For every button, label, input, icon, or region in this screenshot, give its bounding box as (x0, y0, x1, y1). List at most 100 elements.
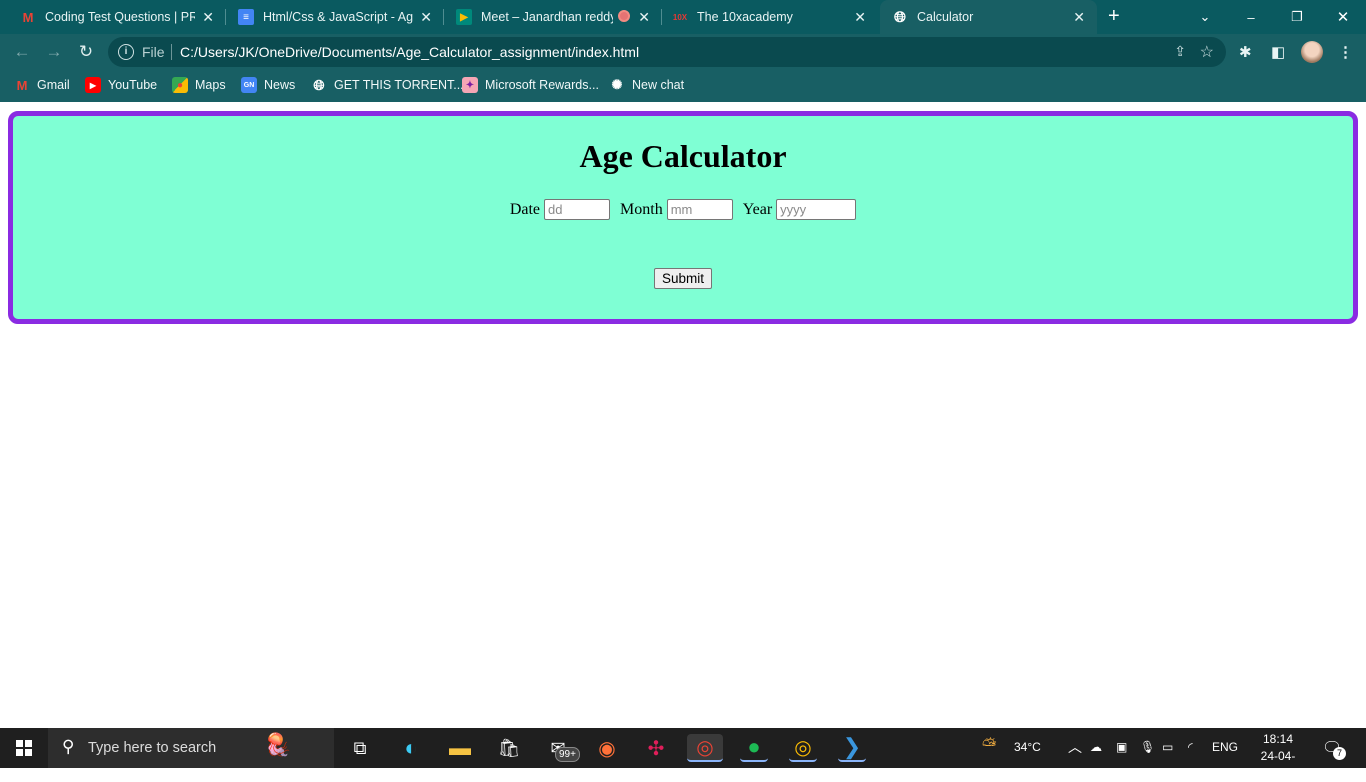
page-viewport: Age Calculator Date Month Year Submit (0, 102, 1366, 728)
store-icon[interactable]: 🛍︎ (495, 734, 523, 762)
slack-icon[interactable]: ✣ (642, 734, 670, 762)
back-icon[interactable]: ← (12, 42, 32, 62)
chrome-icon-active[interactable]: ◎ (687, 734, 723, 762)
close-tab-icon[interactable]: ✕ (638, 9, 650, 26)
youtube-icon: ▶ (85, 77, 101, 93)
tab-meet[interactable]: ▶ Meet – Janardhan reddy ✕ (436, 0, 662, 34)
wifi-icon[interactable]: ◜ (1188, 740, 1193, 754)
tab-10xacademy[interactable]: 10X The 10xacademy ✕ (652, 0, 878, 34)
notification-count: 7 (1333, 747, 1346, 760)
close-tab-icon[interactable]: ✕ (854, 9, 866, 26)
clock-time: 18:14 (1262, 732, 1294, 746)
clock-date: 24-04-2023 (1260, 749, 1296, 780)
mail-badge: 99+ (555, 747, 580, 762)
windows-taskbar: ⚲ Type here to search 🪼 ⧉ ◐ ▬ 🛍︎ ✉ 99+ ◉… (0, 728, 1366, 780)
bookmark-maps[interactable]: ● Maps (172, 77, 226, 93)
maps-icon: ● (172, 77, 188, 93)
close-tab-icon[interactable]: ✕ (420, 9, 432, 26)
task-view-icon[interactable]: ⧉ (346, 734, 374, 762)
date-input[interactable] (544, 199, 611, 220)
search-highlight-icon: 🪼 (264, 732, 292, 757)
microphone-icon[interactable]: 🎙︎ (1140, 740, 1155, 754)
battery-icon[interactable]: ▭ (1162, 740, 1173, 754)
globe-icon: 🌐︎ (313, 76, 325, 93)
spotify-icon[interactable]: ● (740, 734, 768, 762)
close-tab-icon[interactable]: ✕ (202, 9, 214, 26)
year-input[interactable] (776, 199, 857, 220)
month-label: Month (620, 200, 663, 218)
tab-title: Meet – Janardhan reddy (481, 10, 613, 24)
rewards-icon: ✦ (462, 77, 478, 93)
bookmark-label: YouTube (108, 78, 158, 92)
month-input[interactable] (666, 199, 733, 220)
close-window-button[interactable]: ✕ (1320, 0, 1366, 34)
bookmark-label: GET THIS TORRENT... (334, 78, 464, 92)
chatgpt-icon: ✺ (611, 77, 623, 92)
extensions-icon[interactable]: ✱ (1239, 43, 1252, 61)
onedrive-icon[interactable]: ☁ (1090, 740, 1102, 754)
file-explorer-icon[interactable]: ▬ (446, 734, 474, 762)
bookmark-rewards[interactable]: ✦ Microsoft Rewards... (462, 77, 599, 93)
address-bar[interactable]: i File C:/Users/JK/OneDrive/Documents/Ag… (108, 37, 1226, 67)
bookmark-label: Microsoft Rewards... (485, 78, 599, 92)
close-tab-icon[interactable]: ✕ (1073, 9, 1085, 26)
bookmark-label: Gmail (37, 78, 70, 92)
edge-icon[interactable]: ◐ (397, 734, 425, 762)
clock[interactable]: 18:14 24-04-2023 (1255, 731, 1301, 782)
globe-icon: 🌐︎ (893, 8, 906, 26)
docs-icon: ≡ (238, 9, 254, 25)
submit-button[interactable]: Submit (654, 268, 712, 289)
side-panel-icon[interactable]: ◧ (1271, 43, 1285, 61)
age-calculator-container: Age Calculator Date Month Year Submit (8, 111, 1358, 324)
bookmark-label: News (264, 78, 296, 92)
vscode-icon[interactable]: ❯ (838, 734, 866, 762)
bookmark-youtube[interactable]: ▶ YouTube (85, 77, 157, 93)
menu-icon[interactable]: ⋮ (1338, 43, 1353, 61)
meet-icon: ▶ (456, 9, 472, 25)
tab-html-css[interactable]: ≡ Html/Css & JavaScript - Age ✕ (218, 0, 444, 34)
bookmark-news[interactable]: GN News (241, 77, 295, 93)
firefox-icon[interactable]: ◉ (593, 734, 621, 762)
gmail-icon: M (16, 77, 28, 93)
forward-icon[interactable]: → (44, 42, 64, 62)
bookmark-torrent[interactable]: 🌐︎ GET THIS TORRENT... (311, 76, 464, 93)
site-info-icon[interactable]: i (118, 44, 134, 60)
language-indicator[interactable]: ENG (1212, 740, 1238, 754)
reload-icon[interactable]: ↻ (76, 42, 96, 62)
bookmark-label: Maps (195, 78, 226, 92)
page-title: Age Calculator (579, 138, 787, 174)
gmail-icon: M (22, 9, 34, 25)
bookmark-label: New chat (632, 78, 685, 92)
minimize-button[interactable]: – (1228, 0, 1274, 34)
search-icon: ⚲ (62, 737, 75, 756)
bookmark-star-icon[interactable]: ☆ (1200, 42, 1214, 62)
profile-avatar[interactable] (1301, 41, 1323, 63)
bookmark-new-chat[interactable]: ✺ New chat (609, 77, 685, 93)
share-icon[interactable]: ⇪ (1174, 43, 1186, 60)
tab-title: The 10xacademy (697, 10, 793, 24)
tab-search-icon[interactable]: ⌄ (1182, 0, 1228, 34)
taskbar-search-box[interactable]: ⚲ Type here to search 🪼 (48, 728, 334, 768)
10x-icon: 10X (672, 12, 688, 22)
url-text[interactable]: C:/Users/JK/OneDrive/Documents/Age_Calcu… (180, 44, 639, 60)
tab-title: Coding Test Questions | PRT (45, 10, 195, 24)
weather-temp[interactable]: 34°C (1014, 740, 1041, 754)
restore-button[interactable]: ❐ (1274, 0, 1320, 34)
search-placeholder: Type here to search (88, 740, 217, 756)
divider (171, 44, 172, 60)
bookmark-gmail[interactable]: M Gmail (14, 77, 70, 93)
chevron-up-icon[interactable]: ︿ (1068, 737, 1082, 757)
tab-calculator[interactable]: 🌐︎ Calculator ✕ (880, 0, 1097, 34)
tab-title: Html/Css & JavaScript - Age (263, 10, 413, 24)
chrome-icon[interactable]: ◎ (789, 734, 817, 762)
toolbar: ← → ↻ i File C:/Users/JK/OneDrive/Docume… (0, 34, 1366, 70)
date-label: Date (509, 200, 541, 218)
tab-strip: M Coding Test Questions | PRT ✕ ≡ Html/C… (0, 0, 1366, 34)
meet-tray-icon[interactable]: ▣ (1116, 740, 1127, 754)
tab-coding-test[interactable]: M Coding Test Questions | PRT ✕ (0, 0, 226, 34)
bookmarks-bar: M Gmail ▶ YouTube ● Maps GN News 🌐︎ GET … (0, 70, 1366, 102)
start-button[interactable] (16, 740, 32, 756)
tab-title: Calculator (917, 10, 974, 24)
weather-icon[interactable]: ⛅︎ (982, 735, 996, 756)
new-tab-button[interactable]: + (1108, 5, 1120, 28)
